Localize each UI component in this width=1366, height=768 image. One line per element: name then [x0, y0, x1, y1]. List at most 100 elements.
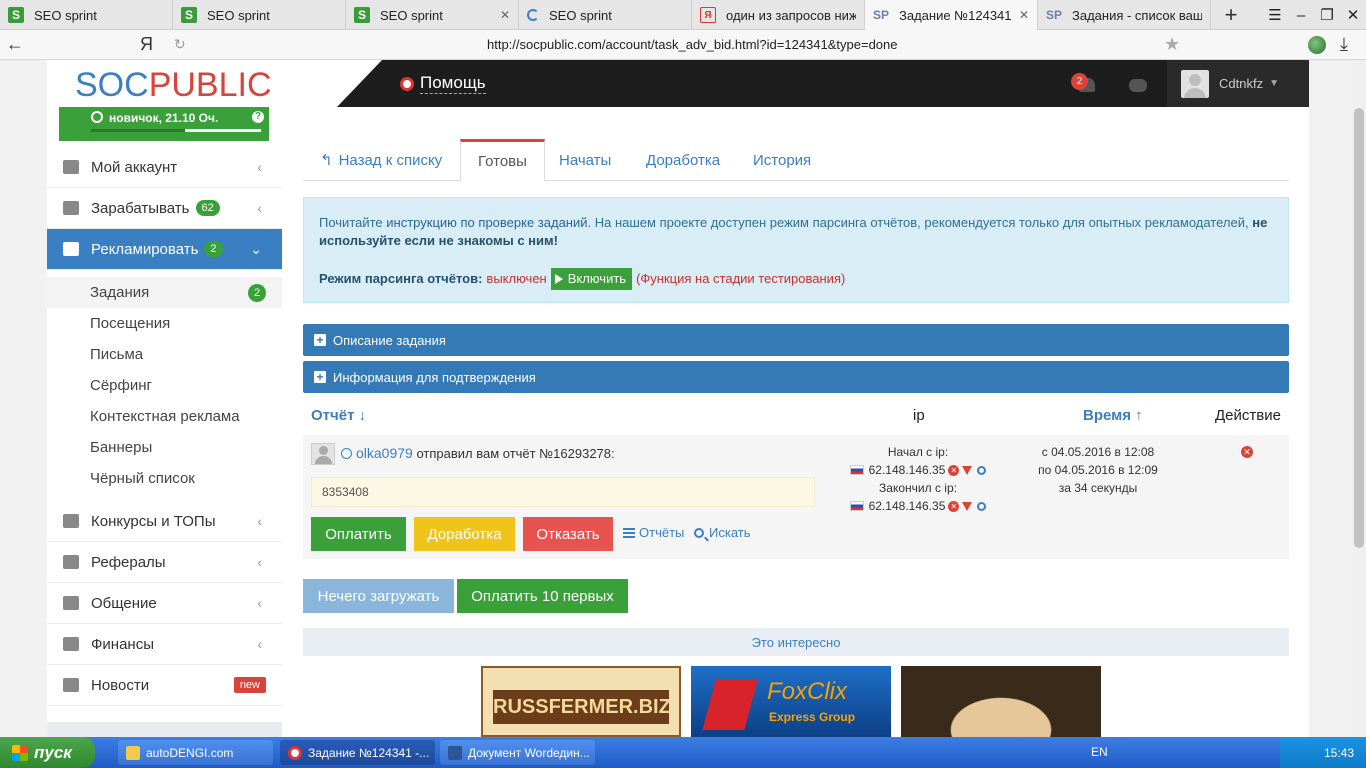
- browser-tab[interactable]: Яодин из запросов ниже: [692, 0, 865, 30]
- task-description-panel[interactable]: + Описание задания: [303, 324, 1289, 356]
- avatar[interactable]: [311, 443, 335, 465]
- url-field[interactable]: http://socpublic.com/account/task_adv_bi…: [487, 37, 898, 52]
- time-cell: с 04.05.2016 в 12:08 по 04.05.2016 в 12:…: [1038, 445, 1158, 495]
- submenu-item-letters[interactable]: Письма: [47, 339, 282, 370]
- submenu-item-blacklist[interactable]: Чёрный список: [47, 463, 282, 494]
- search-icon[interactable]: [977, 501, 987, 511]
- submenu-item-visits[interactable]: Посещения: [47, 308, 282, 339]
- count-badge: 2: [204, 241, 223, 257]
- count-badge: 62: [195, 200, 220, 216]
- restore-icon[interactable]: ❐: [1314, 6, 1340, 24]
- notification-badge: 2: [1071, 73, 1088, 90]
- block-ip-icon[interactable]: ✕: [948, 500, 960, 512]
- banner-text: FoxClix: [767, 678, 848, 705]
- pay-first-10-button[interactable]: Оплатить 10 первых: [457, 579, 628, 613]
- close-tab-icon[interactable]: ✕: [1019, 8, 1029, 22]
- browser-tab[interactable]: SEO sprint: [519, 0, 692, 30]
- sidebar-item-finance[interactable]: Финансы ‹: [47, 624, 282, 665]
- sidebar-item-communication[interactable]: Общение ‹: [47, 583, 282, 624]
- globe-icon[interactable]: [1308, 35, 1326, 54]
- submenu-item-tasks[interactable]: Задания 2: [47, 277, 282, 308]
- help-link[interactable]: Помощь: [400, 73, 486, 94]
- search-link[interactable]: Искать: [694, 525, 751, 540]
- reports-link[interactable]: Отчёты: [623, 525, 684, 540]
- sort-time-header[interactable]: Время ↑: [1083, 407, 1143, 424]
- alert-text: Почитайте инструкцию по проверке заданий…: [319, 215, 1268, 248]
- banner-foxclix[interactable]: FoxClix Express Group: [691, 666, 891, 737]
- username-link[interactable]: olka0979: [356, 445, 413, 461]
- taskbar-item[interactable]: autoDENGI.com: [118, 740, 273, 765]
- browser-tab-active[interactable]: SP Задание №124341 - ✕: [865, 0, 1038, 30]
- instruction-link[interactable]: инструкцию по проверке заданий: [386, 215, 587, 230]
- end-ip-row: 62.148.146.35 ✕: [833, 497, 1003, 515]
- bullhorn-icon: [63, 678, 79, 692]
- sidebar-item-earn[interactable]: Зарабатывать 62 ‹: [47, 188, 282, 229]
- filter-icon[interactable]: [962, 501, 973, 511]
- scrollbar-thumb[interactable]: [1354, 108, 1364, 548]
- sidebar-item-news[interactable]: Новости new: [47, 665, 282, 706]
- tab-ready[interactable]: Готовы: [460, 139, 545, 182]
- reload-icon[interactable]: ↻: [174, 36, 186, 53]
- testing-note: (Функция на стадии тестирования): [636, 271, 846, 286]
- user-menu[interactable]: Cdtnkfz ▼: [1167, 60, 1309, 107]
- sidebar-item-referrals[interactable]: Рефералы ‹: [47, 542, 282, 583]
- enable-parsing-button[interactable]: Включить: [550, 268, 633, 290]
- status-ring-icon: [341, 448, 352, 459]
- search-icon[interactable]: [977, 465, 987, 475]
- reject-button[interactable]: Отказать: [523, 517, 613, 551]
- site-logo[interactable]: SOCPUBLIC: [75, 66, 272, 105]
- sidebar-item-advertise[interactable]: Рекламировать 2 ⌄: [47, 229, 290, 270]
- submenu-item-banners[interactable]: Баннеры: [47, 432, 282, 463]
- taskbar-item-active[interactable]: Задание №124341 -...: [280, 740, 435, 765]
- tab-back-to-list[interactable]: ↰ Назад к списку: [303, 139, 459, 181]
- sort-report-header[interactable]: Отчёт ↓: [311, 407, 366, 424]
- chart-icon: [63, 242, 79, 256]
- chevron-left-icon: ‹: [257, 636, 262, 652]
- browser-tab-bar: S SEO sprint S SEO sprint S SEO sprint ✕ SEO…: [0, 0, 1366, 30]
- taskbar-item[interactable]: Документ Wordедин...: [440, 740, 595, 765]
- rework-button[interactable]: Доработка: [414, 517, 515, 551]
- system-tray: 15:43: [1280, 737, 1366, 768]
- close-window-icon[interactable]: ✕: [1340, 6, 1366, 24]
- nothing-to-load-button[interactable]: Нечего загружать: [303, 579, 454, 613]
- bookmark-star-icon[interactable]: ★: [1164, 34, 1180, 55]
- question-icon[interactable]: ?: [252, 111, 264, 123]
- browser-tab[interactable]: S SEO sprint ✕: [346, 0, 519, 30]
- tab-rework[interactable]: Доработка: [629, 139, 737, 181]
- trophy-icon: [63, 514, 79, 528]
- chat-icon[interactable]: [1129, 79, 1147, 92]
- close-tab-icon[interactable]: ✕: [500, 8, 510, 22]
- delete-icon[interactable]: ✕: [1241, 446, 1253, 458]
- browser-tab[interactable]: S SEO sprint: [173, 0, 346, 30]
- language-indicator[interactable]: EN: [1091, 745, 1108, 759]
- tab-history[interactable]: История: [736, 139, 828, 181]
- download-icon[interactable]: ⤓: [1340, 34, 1348, 55]
- word-icon: [448, 745, 462, 760]
- back-arrow-icon[interactable]: ←: [0, 34, 30, 55]
- sidebar-item-contests[interactable]: Конкурсы и ТОПы ‹: [47, 501, 282, 542]
- report-sent-line: olka0979 отправил вам отчёт №16293278:: [356, 445, 615, 461]
- start-button[interactable]: пуск: [0, 737, 95, 768]
- submenu-item-context-ads[interactable]: Контекстная реклама: [47, 401, 282, 432]
- minimize-icon[interactable]: –: [1288, 7, 1314, 24]
- rank-progress-bar: [91, 129, 261, 132]
- submenu-item-surfing[interactable]: Сёрфинг: [47, 370, 282, 401]
- rank-box[interactable]: новичок, 21.10 Оч. ?: [59, 107, 269, 141]
- sidebar-item-account[interactable]: Мой аккаунт ‹: [47, 147, 282, 188]
- logo-area: SOCPUBLIC: [47, 60, 382, 107]
- menu-icon[interactable]: ☰: [1262, 6, 1288, 24]
- browser-tab[interactable]: S SEO sprint: [0, 0, 173, 30]
- new-tab-button[interactable]: +: [1211, 0, 1251, 29]
- banner-russfermer[interactable]: RUSSFERMER.BIZ: [481, 666, 681, 737]
- filter-icon[interactable]: [962, 465, 973, 475]
- banner-photo[interactable]: [901, 666, 1101, 737]
- tab-started[interactable]: Начаты: [542, 139, 628, 181]
- pay-button[interactable]: Оплатить: [311, 517, 406, 551]
- browser-tab[interactable]: SPЗадания - список ваших: [1038, 0, 1211, 30]
- block-ip-icon[interactable]: ✕: [948, 464, 960, 476]
- clock: 15:43: [1323, 745, 1354, 760]
- yandex-logo[interactable]: Я: [140, 34, 153, 55]
- username: Cdtnkfz: [1219, 76, 1264, 91]
- confirmation-info-panel[interactable]: + Информация для подтверждения: [303, 361, 1289, 393]
- briefcase-icon: [63, 201, 79, 215]
